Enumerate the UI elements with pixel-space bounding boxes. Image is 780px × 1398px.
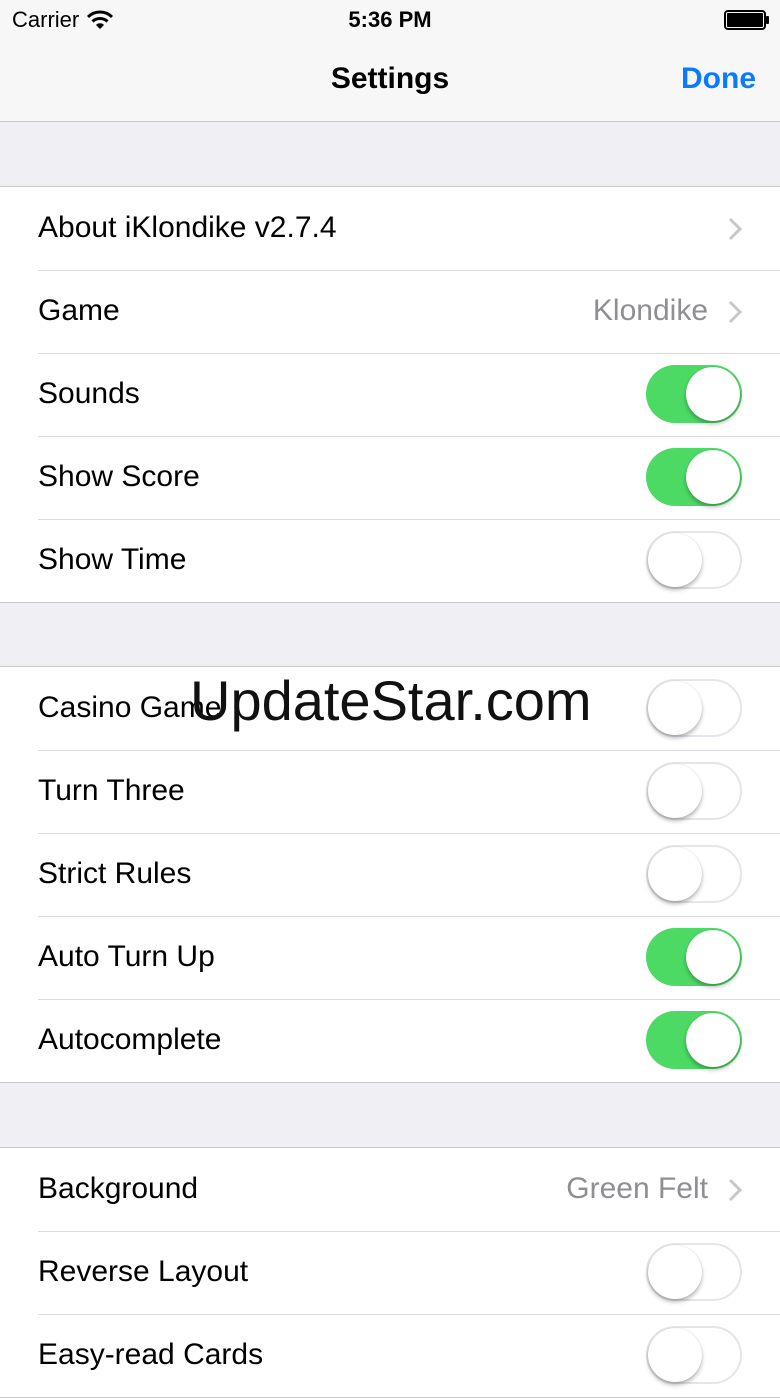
easy-read-cards-toggle[interactable]: [646, 1326, 742, 1384]
chevron-right-icon: [728, 1178, 742, 1202]
page-title: Settings: [330, 62, 450, 95]
settings-section-general: About iKlondike v2.7.4 Game Klondike Sounds…: [0, 186, 780, 603]
row-label: Casino Game: [38, 691, 222, 724]
settings-row-turn-three: Turn Three: [0, 750, 780, 833]
row-label: Show Time: [38, 543, 187, 576]
settings-row-show-time: Show Time: [0, 519, 780, 602]
settings-row-game[interactable]: Game Klondike: [0, 270, 780, 353]
settings-row-auto-turn-up: Auto Turn Up: [0, 916, 780, 999]
row-label: Show Score: [38, 460, 200, 493]
status-time: 5:36 PM: [348, 7, 432, 32]
row-label: Background: [38, 1172, 199, 1205]
row-label: Auto Turn Up: [38, 940, 215, 973]
row-label: Game: [38, 294, 120, 327]
toggle-knob: [648, 681, 702, 735]
toggle-knob: [648, 1328, 702, 1382]
settings-row-background[interactable]: Background Green Felt: [0, 1148, 780, 1231]
settings-section-display: Background Green Felt Reverse Layout Easy-r…: [0, 1147, 780, 1398]
show-time-toggle[interactable]: [646, 531, 742, 589]
toggle-knob: [686, 930, 740, 984]
settings-row-sounds: Sounds: [0, 353, 780, 436]
casino-game-toggle[interactable]: [646, 679, 742, 737]
row-label: Easy-read Cards: [38, 1338, 264, 1371]
settings-row-strict-rules: Strict Rules: [0, 833, 780, 916]
show-score-toggle[interactable]: [646, 448, 742, 506]
toggle-knob: [648, 1245, 702, 1299]
settings-row-reverse-layout: Reverse Layout: [0, 1231, 780, 1314]
navigation-bar: Settings Done: [0, 40, 780, 122]
row-label: Strict Rules: [38, 857, 192, 890]
toggle-knob: [686, 1013, 740, 1067]
row-value: Green Felt: [566, 1172, 708, 1205]
turn-three-toggle[interactable]: [646, 762, 742, 820]
row-label: About iKlondike v2.7.4: [38, 211, 337, 244]
sounds-toggle[interactable]: [646, 365, 742, 423]
toggle-knob: [648, 764, 702, 818]
row-label: Autocomplete: [38, 1023, 222, 1056]
settings-row-easy-read-cards: Easy-read Cards: [0, 1314, 780, 1397]
settings-row-about-iklondike-v2-7-4[interactable]: About iKlondike v2.7.4: [0, 187, 780, 270]
toggle-knob: [648, 847, 702, 901]
toggle-knob: [686, 450, 740, 504]
chevron-right-icon: [728, 217, 742, 241]
chevron-right-icon: [728, 300, 742, 324]
row-label: Turn Three: [38, 774, 185, 807]
status-bar: Carrier 5:36 PM: [0, 0, 780, 40]
settings-section-rules: Casino Game Turn Three Strict Rules Auto Tu…: [0, 666, 780, 1083]
toggle-knob: [648, 533, 702, 587]
row-label: Reverse Layout: [38, 1255, 249, 1288]
autocomplete-toggle[interactable]: [646, 1011, 742, 1069]
settings-row-casino-game: Casino Game: [0, 667, 780, 750]
settings-row-show-score: Show Score: [0, 436, 780, 519]
reverse-layout-toggle[interactable]: [646, 1243, 742, 1301]
row-label: Sounds: [38, 377, 140, 410]
battery-icon: [724, 10, 769, 30]
done-button[interactable]: Done: [681, 62, 756, 96]
auto-turn-up-toggle[interactable]: [646, 928, 742, 986]
settings-row-autocomplete: Autocomplete: [0, 999, 780, 1082]
toggle-knob: [686, 367, 740, 421]
strict-rules-toggle[interactable]: [646, 845, 742, 903]
row-value: Klondike: [592, 294, 708, 327]
